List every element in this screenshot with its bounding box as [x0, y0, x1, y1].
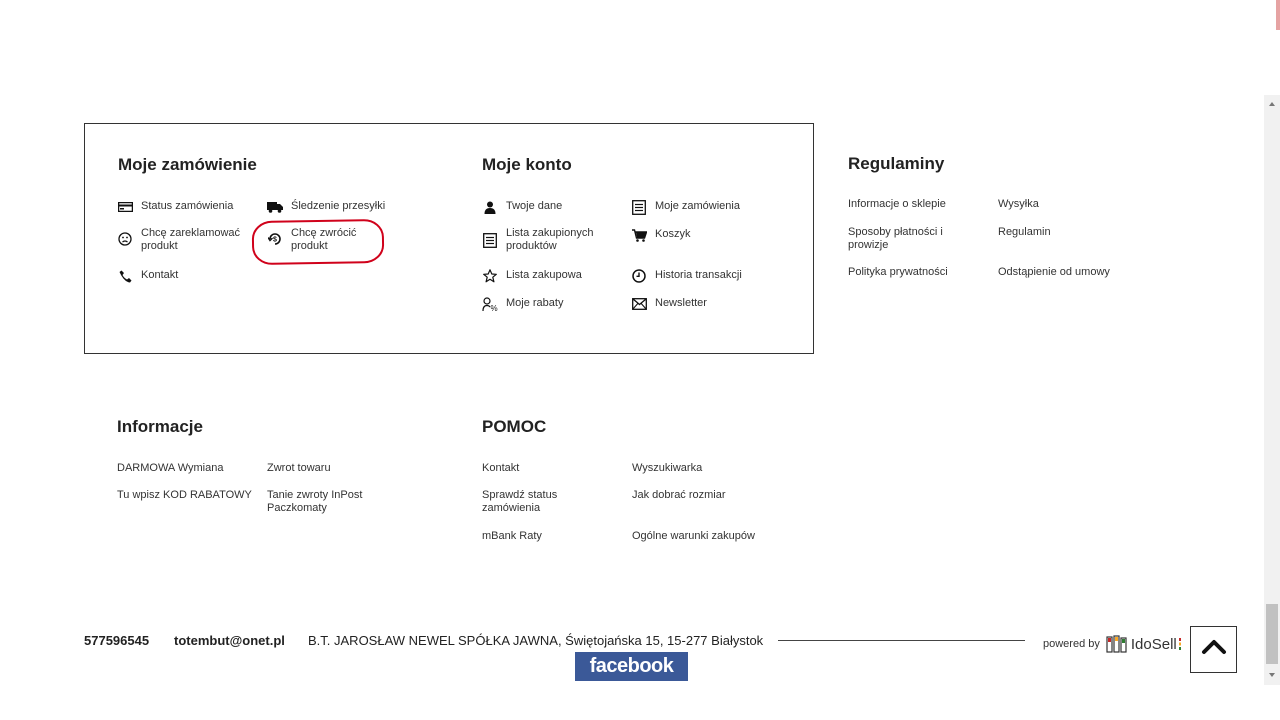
- account-section-title: Moje konto: [482, 155, 572, 174]
- link-purchased-products[interactable]: Lista zakupionych produktów: [482, 227, 593, 253]
- link-complaint[interactable]: Chcę zareklamować produkt: [117, 227, 240, 253]
- idosell-brand-text: IdoSell: [1130, 635, 1177, 653]
- discount-icon: %: [482, 296, 498, 312]
- orders-section-title: Moje zamówienie: [118, 155, 257, 174]
- link-inpost-returns[interactable]: Tanie zwroty InPost Paczkomaty: [267, 489, 362, 515]
- link-shopping-list[interactable]: Lista zakupowa: [482, 269, 582, 283]
- card-icon: [117, 200, 133, 214]
- clock-icon: [631, 269, 647, 283]
- footer-email[interactable]: totembut@onet.pl: [174, 633, 285, 648]
- link-check-order-status[interactable]: Sprawdź status zamówienia: [482, 489, 557, 515]
- footer-divider: [778, 640, 1025, 641]
- link-shipment-tracking[interactable]: Śledzenie przesyłki: [267, 200, 385, 214]
- link-free-exchange[interactable]: DARMOWA Wymiana: [117, 462, 223, 475]
- link-privacy-policy[interactable]: Polityka prywatności: [848, 266, 948, 279]
- envelope-icon: [631, 297, 647, 311]
- link-my-discounts[interactable]: % Moje rabaty: [482, 296, 563, 312]
- scrollbar-track[interactable]: [1264, 95, 1280, 685]
- link-your-data[interactable]: Twoje dane: [482, 200, 562, 214]
- scroll-to-top-button[interactable]: [1190, 626, 1237, 673]
- link-order-status[interactable]: Status zamówienia: [117, 200, 233, 214]
- list-icon: [482, 232, 498, 248]
- top-corner-accent: [1276, 0, 1280, 30]
- truck-icon: [267, 200, 283, 214]
- idosell-logo: IdoSell: [1106, 635, 1182, 653]
- scroll-down-arrow-icon[interactable]: [1266, 668, 1278, 680]
- phone-icon: [117, 269, 133, 283]
- link-size-guide[interactable]: Jak dobrać rozmiar: [632, 489, 726, 502]
- cart-icon: [631, 228, 647, 242]
- link-withdrawal[interactable]: Odstąpienie od umowy: [998, 266, 1110, 279]
- sad-face-icon: [117, 232, 133, 246]
- facebook-button[interactable]: facebook: [575, 652, 688, 681]
- link-terms[interactable]: Regulamin: [998, 226, 1051, 239]
- powered-by-label: powered by: [1043, 638, 1100, 650]
- link-general-terms[interactable]: Ogólne warunki zakupów: [632, 530, 755, 543]
- link-store-info[interactable]: Informacje o sklepie: [848, 198, 946, 211]
- link-payment-methods[interactable]: Sposoby płatności i prowizje: [848, 226, 943, 252]
- link-transaction-history[interactable]: Historia transakcji: [631, 269, 742, 283]
- red-highlight-circle: [251, 218, 385, 266]
- regulations-section-title: Regulaminy: [848, 154, 945, 173]
- link-help-contact[interactable]: Kontakt: [482, 462, 519, 475]
- link-my-orders[interactable]: Moje zamówienia: [631, 199, 740, 215]
- footer-phone[interactable]: 577596545: [84, 633, 149, 648]
- powered-by[interactable]: powered by IdoSell: [1043, 635, 1182, 653]
- scrollbar-thumb[interactable]: [1266, 604, 1278, 664]
- chevron-up-icon: [1201, 639, 1227, 660]
- information-section-title: Informacje: [117, 417, 203, 436]
- star-icon: [482, 269, 498, 283]
- link-contact[interactable]: Kontakt: [117, 269, 178, 283]
- link-newsletter[interactable]: Newsletter: [631, 297, 707, 311]
- link-search[interactable]: Wyszukiwarka: [632, 462, 702, 475]
- help-section-title: POMOC: [482, 417, 547, 436]
- link-shipping[interactable]: Wysyłka: [998, 198, 1039, 211]
- link-cart[interactable]: Koszyk: [631, 228, 690, 242]
- link-mbank-installments[interactable]: mBank Raty: [482, 530, 542, 543]
- footer-company-address: B.T. JAROSŁAW NEWEL SPÓŁKA JAWNA, Święto…: [308, 633, 764, 648]
- link-return-goods[interactable]: Zwrot towaru: [267, 462, 331, 475]
- user-icon: [482, 200, 498, 214]
- link-discount-code[interactable]: Tu wpisz KOD RABATOWY: [117, 489, 252, 502]
- scroll-up-arrow-icon[interactable]: [1266, 97, 1278, 109]
- svg-text:%: %: [490, 304, 497, 312]
- document-icon: [631, 199, 647, 215]
